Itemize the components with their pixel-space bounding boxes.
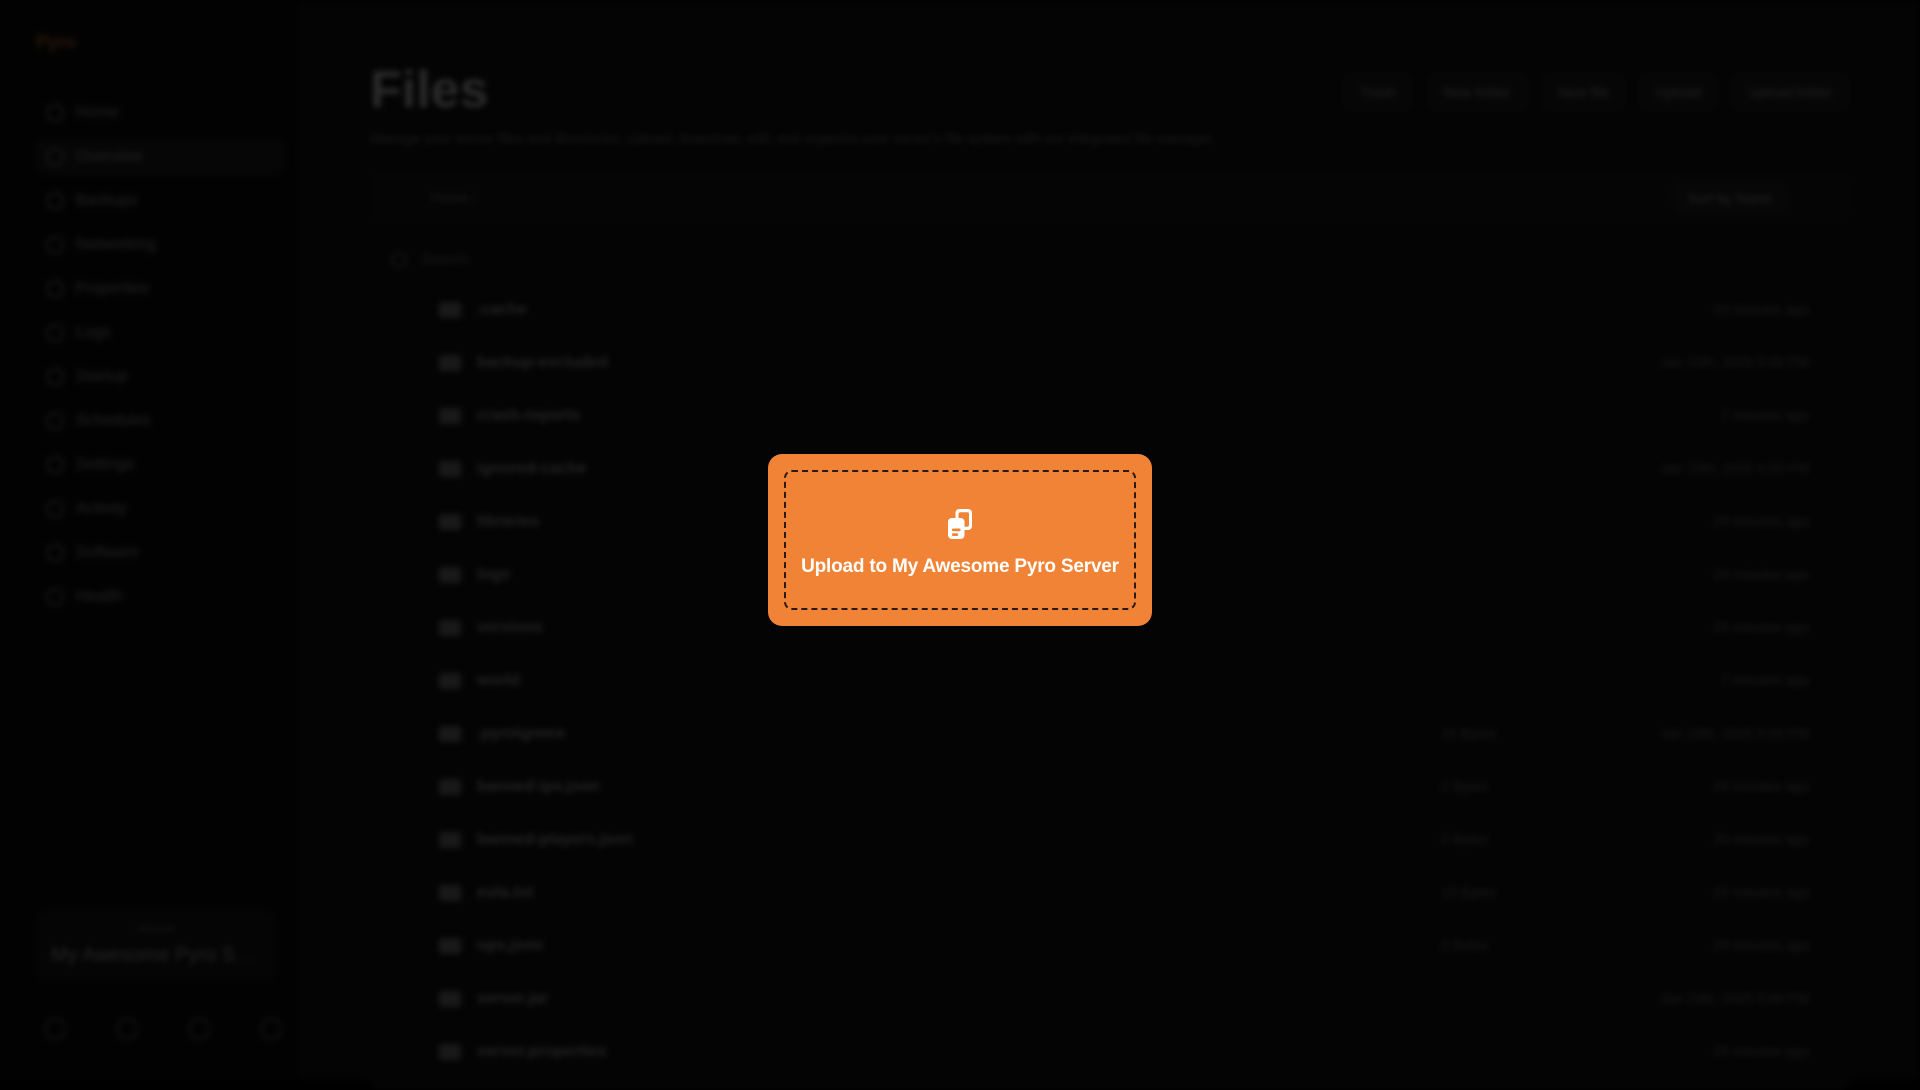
table-row[interactable]: eula.txt 10 Bytes 29 minutes ago — [371, 866, 1849, 919]
folder-icon — [439, 514, 461, 530]
table-row[interactable]: banned-players.json 2 Bytes 29 minutes ago — [371, 813, 1849, 866]
json-file-icon — [439, 832, 461, 848]
folder-icon — [439, 302, 461, 318]
table-row[interactable]: ops.json 2 Bytes 29 minutes ago — [371, 919, 1849, 972]
file-icon — [439, 991, 461, 1007]
sidebar-item-settings[interactable]: Settings — [36, 448, 284, 482]
sidebar-item-overview[interactable]: Overview — [36, 140, 284, 174]
sidebar-item-logs[interactable]: Logs — [36, 316, 284, 350]
user-icon[interactable] — [116, 1018, 138, 1040]
folder-icon — [439, 620, 461, 636]
upload-label: Upload to My Awesome Pyro Server — [801, 556, 1119, 577]
table-row[interactable]: .cache 29 minutes ago — [371, 283, 1849, 336]
page-subtitle: Manage your server files and directories… — [370, 130, 1215, 146]
file-icon — [439, 1044, 461, 1060]
help-icon[interactable] — [44, 1018, 66, 1040]
file-rows: .cache 29 minutes ago backup-excluded Jan … — [371, 283, 1849, 1078]
folder-icon — [439, 567, 461, 583]
sidebar-item-startup[interactable]: Startup — [36, 360, 284, 394]
files-copy-icon — [948, 509, 972, 539]
overview-icon — [46, 148, 64, 166]
brand-logo: Pyro — [36, 32, 77, 52]
search-bar[interactable]: Search — [391, 251, 469, 268]
folder-icon — [439, 408, 461, 424]
table-row[interactable]: banned-ips.json 2 Bytes 29 minutes ago — [371, 760, 1849, 813]
search-placeholder: Search — [421, 251, 469, 268]
health-icon — [46, 588, 64, 606]
table-row[interactable]: world 7 minutes ago — [371, 654, 1849, 707]
activity-icon — [46, 500, 64, 518]
folder-icon — [439, 355, 461, 371]
sidebar-item-home[interactable]: Home — [36, 96, 284, 130]
sidebar-item-activity[interactable]: Activity — [36, 492, 284, 526]
upload-button[interactable]: Upload — [1638, 72, 1719, 112]
server-card[interactable]: Server My Awesome Pyro Se... — [36, 910, 276, 980]
server-card-label: Server — [136, 921, 176, 936]
sidebar-item-health[interactable]: Health — [36, 580, 284, 614]
upload-dropzone-overlay[interactable]: Upload to My Awesome Pyro Server — [768, 454, 1152, 626]
sidebar-footer — [44, 1018, 282, 1040]
search-icon — [391, 251, 407, 268]
table-row[interactable]: .pyroignore 15 Bytes Jan 15th, 2025 5:00 P… — [371, 707, 1849, 760]
server-card-name: My Awesome Pyro Se... — [51, 944, 261, 966]
gear-icon — [46, 456, 64, 474]
sidebar-item-properties[interactable]: Properties — [36, 272, 284, 306]
table-row[interactable]: server.jar Jan 15th, 2025 5:00 PM — [371, 972, 1849, 1025]
logs-icon — [46, 324, 64, 342]
trash-button[interactable]: Trash — [1342, 72, 1414, 112]
properties-icon — [46, 280, 64, 298]
json-file-icon — [439, 779, 461, 795]
sidebar: Pyro Home Overview Backups Networking Pr… — [0, 0, 301, 1080]
folder-icon — [439, 673, 461, 689]
table-row[interactable]: backup-excluded Jan 15th, 2025 5:00 PM — [371, 336, 1849, 389]
sidebar-item-software[interactable]: Software — [36, 536, 284, 570]
schedule-icon — [46, 412, 64, 430]
sidebar-item-schedules[interactable]: Schedules — [36, 404, 284, 438]
new-folder-button[interactable]: New folder — [1425, 72, 1529, 112]
upload-folder-button[interactable]: Upload folder — [1730, 72, 1850, 112]
sidebar-nav: Home Overview Backups Networking Propert… — [36, 96, 284, 624]
new-file-button[interactable]: New file — [1540, 72, 1627, 112]
file-toolbar: Home / Sort by Name — [370, 170, 1850, 224]
file-icon — [439, 885, 461, 901]
breadcrumb[interactable]: Home / — [431, 189, 476, 205]
home-icon — [46, 104, 64, 122]
file-icon — [439, 726, 461, 742]
logout-icon[interactable] — [260, 1018, 282, 1040]
network-icon — [46, 236, 64, 254]
software-icon — [46, 544, 64, 562]
sort-button[interactable]: Sort by Name — [1671, 181, 1789, 215]
settings-icon[interactable] — [188, 1018, 210, 1040]
sidebar-item-backups[interactable]: Backups — [36, 184, 284, 218]
file-list: Search .cache 29 minutes ago backup-exclu… — [370, 230, 1850, 1090]
backup-icon — [46, 192, 64, 210]
sidebar-item-networking[interactable]: Networking — [36, 228, 284, 262]
table-row[interactable]: crash-reports 7 minutes ago — [371, 389, 1849, 442]
file-actions: Trash New folder New file Upload Upload … — [1342, 72, 1850, 112]
startup-icon — [46, 368, 64, 386]
dropzone[interactable]: Upload to My Awesome Pyro Server — [784, 470, 1136, 610]
folder-icon — [439, 461, 461, 477]
json-file-icon — [439, 938, 461, 954]
table-row[interactable]: server.properties 29 minutes ago — [371, 1025, 1849, 1078]
